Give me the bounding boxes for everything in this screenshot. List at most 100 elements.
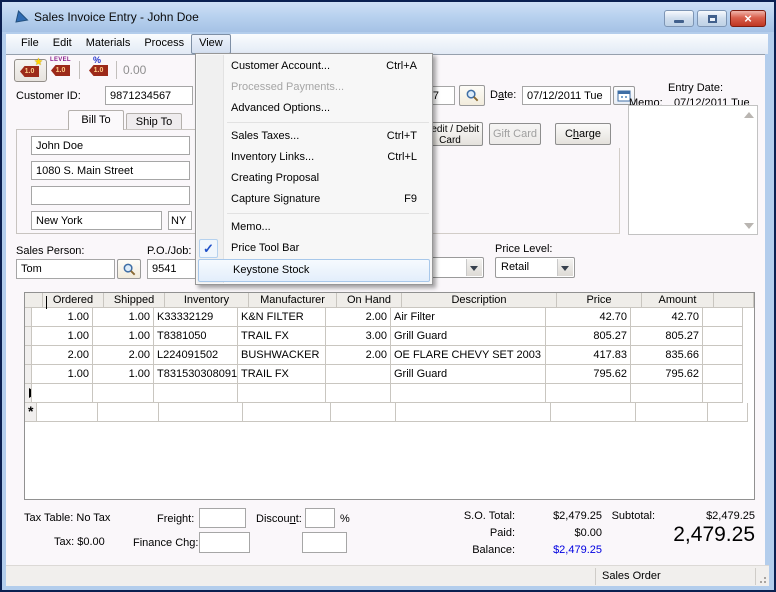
grid-cell[interactable] <box>154 384 238 403</box>
tab-bill-to[interactable]: Bill To <box>68 110 124 130</box>
title-bar[interactable]: Sales Invoice Entry - John Doe × <box>2 2 774 32</box>
grid-cell[interactable] <box>703 365 743 384</box>
grid-cell[interactable]: T831530308091 <box>154 365 238 384</box>
grid-cell[interactable] <box>243 403 331 422</box>
grid-cell[interactable] <box>32 384 93 403</box>
grid-cell[interactable]: 805.27 <box>546 327 631 346</box>
grid-cell[interactable] <box>159 403 243 422</box>
grid-cell[interactable] <box>703 384 743 403</box>
row-selector[interactable] <box>25 327 32 346</box>
view-menu-item-inventory-links[interactable]: Inventory Links...Ctrl+L <box>197 147 431 168</box>
grid-cell[interactable] <box>396 403 551 422</box>
tab-ship-to[interactable]: Ship To <box>126 113 182 130</box>
grid-cell[interactable]: 2.00 <box>326 346 391 365</box>
grid-cell[interactable] <box>326 365 391 384</box>
discount-amount-input[interactable] <box>302 532 347 553</box>
view-menu-item-price-tool-bar[interactable]: ✓Price Tool Bar <box>197 238 431 259</box>
finance-chg-input[interactable] <box>199 532 250 553</box>
menu-process[interactable]: Process <box>137 34 191 54</box>
grid-cell[interactable]: Grill Guard <box>391 327 546 346</box>
grid-cell[interactable]: TRAIL FX <box>238 327 326 346</box>
date-input[interactable] <box>522 86 611 105</box>
scroll-up-icon[interactable] <box>744 112 754 118</box>
grid-cell[interactable]: 3.00 <box>326 327 391 346</box>
grid-cell[interactable] <box>331 403 396 422</box>
gift-card-button[interactable]: Gift Card <box>489 123 541 145</box>
grid-cell[interactable] <box>326 384 391 403</box>
close-button[interactable]: × <box>730 10 766 27</box>
scroll-down-icon[interactable] <box>744 223 754 229</box>
grid-cell[interactable] <box>546 384 631 403</box>
grid-cell[interactable]: L224091502 <box>154 346 238 365</box>
grid-cell[interactable]: 42.70 <box>546 308 631 327</box>
row-selector[interactable] <box>25 308 32 327</box>
grid-cell[interactable]: 835.66 <box>631 346 703 365</box>
menu-view[interactable]: View <box>191 34 231 54</box>
view-menu-item-capture-signature[interactable]: Capture SignatureF9 <box>197 189 431 210</box>
view-menu-item-customer-account[interactable]: Customer Account...Ctrl+A <box>197 56 431 77</box>
view-menu-item-creating-proposal[interactable]: Creating Proposal <box>197 168 431 189</box>
grid-cell[interactable]: 42.70 <box>631 308 703 327</box>
view-menu-item-memo[interactable]: Memo... <box>197 217 431 238</box>
memo-textarea[interactable] <box>628 105 758 235</box>
grid-cell[interactable] <box>37 403 98 422</box>
menu-edit[interactable]: Edit <box>46 34 79 54</box>
charge-button[interactable]: Charge <box>555 123 611 145</box>
grid-cell[interactable]: 1.00 <box>32 365 93 384</box>
view-menu-item-processed-payments[interactable]: Processed Payments... <box>197 77 431 98</box>
grid-cell[interactable] <box>631 384 703 403</box>
grid-cell[interactable] <box>708 403 748 422</box>
grid-cell[interactable] <box>703 327 743 346</box>
bill-to-name-input[interactable] <box>31 136 190 155</box>
sales-person-lookup-button[interactable] <box>117 259 141 279</box>
combo-button[interactable] <box>466 259 482 276</box>
grid-cell[interactable] <box>98 403 159 422</box>
grid-cell[interactable] <box>703 308 743 327</box>
grid-cell[interactable]: T8381050 <box>154 327 238 346</box>
grid-cell[interactable]: 1.00 <box>32 308 93 327</box>
view-menu-item-keystone-stock[interactable]: Keystone Stock <box>198 259 430 282</box>
combo-button[interactable] <box>557 259 573 276</box>
view-menu-item-sales-taxes[interactable]: Sales Taxes...Ctrl+T <box>197 126 431 147</box>
grid-cell[interactable]: 1.00 <box>93 308 154 327</box>
bill-to-street-input[interactable] <box>31 161 190 180</box>
grid-cell[interactable]: 2.00 <box>32 346 93 365</box>
row-selector[interactable] <box>25 365 32 384</box>
grid-cell[interactable]: Air Filter <box>391 308 546 327</box>
row-selector[interactable]: * <box>25 403 37 422</box>
row-selector[interactable] <box>25 384 32 403</box>
grid-cell[interactable] <box>703 346 743 365</box>
menu-materials[interactable]: Materials <box>79 34 138 54</box>
discount-percent-input[interactable] <box>305 508 335 528</box>
discount-tag-button[interactable]: % 1.0 <box>88 58 112 82</box>
grid-cell[interactable]: 1.00 <box>32 327 93 346</box>
maximize-button[interactable] <box>697 10 727 27</box>
grid-cell[interactable]: K33332129 <box>154 308 238 327</box>
bill-to-line3-input[interactable] <box>31 186 190 205</box>
grid-cell[interactable]: 2.00 <box>93 346 154 365</box>
row-selector[interactable] <box>25 346 32 365</box>
grid-cell[interactable] <box>93 384 154 403</box>
grid-cell[interactable]: OE FLARE CHEVY SET 2003 <box>391 346 546 365</box>
price-level-button[interactable]: LEVEL 1.0 <box>50 58 74 82</box>
new-price-button[interactable]: 1.0 ★ <box>14 59 47 82</box>
grid-cell[interactable]: 1.00 <box>93 365 154 384</box>
menu-file[interactable]: File <box>14 34 46 54</box>
grid-cell[interactable] <box>636 403 708 422</box>
grid-cell[interactable]: 795.62 <box>546 365 631 384</box>
grid-cell[interactable]: 2.00 <box>326 308 391 327</box>
resize-grip-icon[interactable] <box>756 573 766 583</box>
bill-to-city-input[interactable] <box>31 211 162 230</box>
account-lookup-button[interactable] <box>459 85 485 106</box>
sales-person-input[interactable] <box>16 259 115 279</box>
freight-input[interactable] <box>199 508 246 528</box>
grid-cell[interactable] <box>551 403 636 422</box>
grid-cell[interactable]: K&N FILTER <box>238 308 326 327</box>
grid-cell[interactable]: 417.83 <box>546 346 631 365</box>
grid-cell[interactable]: 1.00 <box>93 327 154 346</box>
bill-to-state-input[interactable] <box>168 211 192 230</box>
grid-cell[interactable]: BUSHWACKER <box>238 346 326 365</box>
grid-cell[interactable] <box>238 384 326 403</box>
grid-cell[interactable]: Grill Guard <box>391 365 546 384</box>
grid-cell[interactable] <box>391 384 546 403</box>
